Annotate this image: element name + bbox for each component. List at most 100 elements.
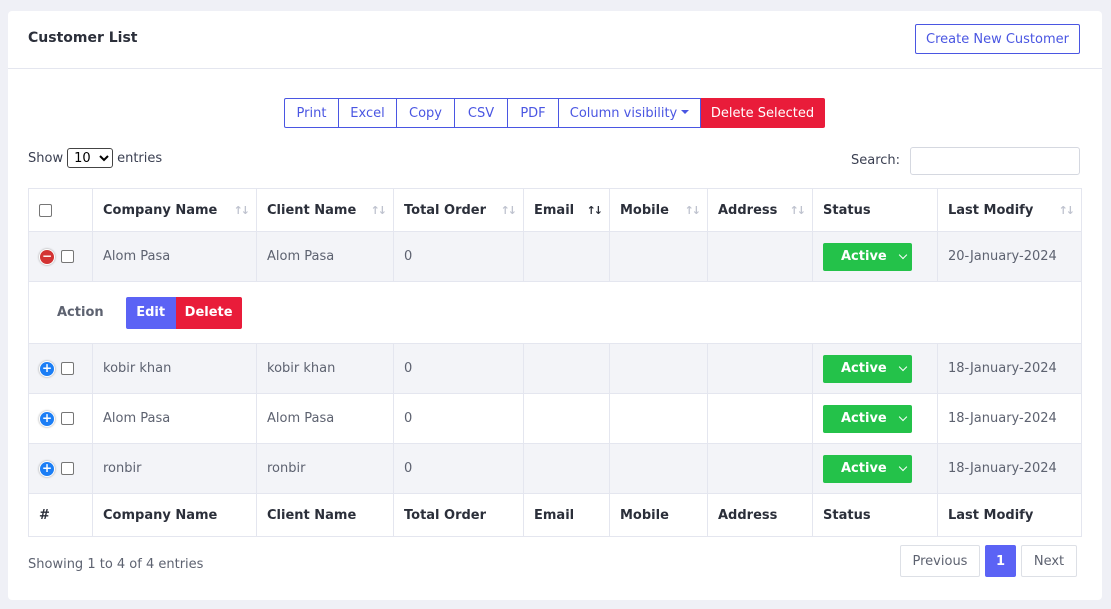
mobile-cell [609, 231, 708, 282]
select-all-checkbox[interactable] [39, 203, 52, 217]
customer-table: Company Name ↑↓ Client Name ↑↓ Total Order… [28, 188, 1082, 537]
column-header-last-modify[interactable]: Last Modify ↑↓ [937, 188, 1082, 232]
row-checkbox[interactable] [61, 462, 74, 475]
column-header-email[interactable]: Email ↑↓ [523, 188, 610, 232]
total-order-cell: 0 [393, 393, 524, 444]
total-order-cell: 0 [393, 443, 524, 494]
expand-row-icon[interactable]: + [39, 360, 55, 377]
table-row: + kobir khan kobir khan 0 Active 18-Janu… [28, 343, 1082, 394]
footer-cell: Last Modify [937, 493, 1082, 537]
row-details-cell: Action Edit Delete [28, 281, 1082, 344]
chevron-down-icon [898, 412, 908, 422]
create-new-customer-button[interactable]: Create New Customer [915, 24, 1080, 54]
status-select[interactable]: Active [823, 454, 912, 483]
delete-selected-button[interactable]: Delete Selected [701, 98, 825, 128]
caret-down-icon [681, 109, 690, 114]
customer-list-card: Customer List Create New Customer Print … [8, 11, 1102, 600]
mobile-cell [609, 343, 708, 394]
mobile-cell [609, 393, 708, 444]
footer-cell: Status [812, 493, 938, 537]
sort-desc-icon: ↑↓ [586, 204, 604, 217]
total-order-cell: 0 [393, 343, 524, 394]
print-button[interactable]: Print [284, 98, 339, 128]
address-cell [707, 393, 813, 444]
status-value: Active [841, 461, 887, 476]
column-header-label: Total Order [404, 202, 487, 218]
previous-page-button[interactable]: Previous [900, 545, 980, 577]
email-cell [523, 443, 610, 494]
sort-icon: ↑↓ [684, 204, 702, 217]
status-value: Active [841, 411, 887, 426]
column-header-status: Status [812, 188, 938, 232]
column-header-client[interactable]: Client Name ↑↓ [256, 188, 394, 232]
client-cell: Alom Pasa [256, 231, 394, 282]
table-row: − Alom Pasa Alom Pasa 0 Active 20-Januar… [28, 231, 1082, 282]
row-controls: + [28, 343, 93, 394]
expand-row-icon[interactable]: + [39, 460, 55, 477]
footer-cell: Client Name [256, 493, 394, 537]
csv-button[interactable]: CSV [455, 98, 508, 128]
company-cell: Alom Pasa [92, 231, 257, 282]
sort-icon: ↑↓ [789, 204, 807, 217]
row-controls: + [28, 393, 93, 444]
page-length-control: Show 10 entries [28, 148, 162, 168]
status-select[interactable]: Active [823, 242, 912, 271]
next-page-button[interactable]: Next [1021, 545, 1077, 577]
column-header-label: Company Name [103, 202, 218, 218]
sort-icon: ↑↓ [233, 204, 251, 217]
status-cell: Active [812, 393, 938, 444]
excel-button[interactable]: Excel [339, 98, 397, 128]
collapse-row-icon[interactable]: − [39, 248, 55, 265]
column-header-mobile[interactable]: Mobile ↑↓ [609, 188, 708, 232]
status-select[interactable]: Active [823, 404, 912, 433]
last-modify-cell: 18-January-2024 [937, 393, 1082, 444]
company-cell: kobir khan [92, 343, 257, 394]
table-info: Showing 1 to 4 of 4 entries [28, 557, 204, 572]
status-cell: Active [812, 443, 938, 494]
expand-row-icon[interactable]: + [39, 410, 55, 427]
row-controls: + [28, 443, 93, 494]
column-header-label: Email [534, 202, 575, 218]
row-controls: − [28, 231, 93, 282]
total-order-cell: 0 [393, 231, 524, 282]
address-cell [707, 231, 813, 282]
company-cell: Alom Pasa [92, 393, 257, 444]
status-cell: Active [812, 231, 938, 282]
table-row: + Alom Pasa Alom Pasa 0 Active 18-Januar… [28, 393, 1082, 444]
column-header-company[interactable]: Company Name ↑↓ [92, 188, 257, 232]
column-header-label: Last Modify [948, 202, 1034, 218]
edit-button[interactable]: Edit [125, 296, 176, 329]
client-cell: kobir khan [256, 343, 394, 394]
chevron-down-icon [898, 250, 908, 260]
column-header-total-order[interactable]: Total Order ↑↓ [393, 188, 524, 232]
footer-cell: Company Name [92, 493, 257, 537]
sort-icon: ↑↓ [500, 204, 518, 217]
row-checkbox[interactable] [61, 412, 74, 425]
row-checkbox[interactable] [61, 250, 74, 263]
chevron-down-icon [898, 362, 908, 372]
footer-cell: Mobile [609, 493, 708, 537]
client-cell: ronbir [256, 443, 394, 494]
status-value: Active [841, 361, 887, 376]
column-header-label: Status [823, 202, 871, 218]
pdf-button[interactable]: PDF [508, 98, 559, 128]
column-visibility-button[interactable]: Column visibility [559, 98, 701, 128]
delete-button[interactable]: Delete [175, 296, 242, 329]
page-title: Customer List [28, 30, 138, 46]
column-header-label: Mobile [620, 202, 669, 218]
copy-button[interactable]: Copy [397, 98, 455, 128]
pagination: Previous 1 Next [900, 545, 1077, 577]
page-1-button[interactable]: 1 [985, 545, 1016, 577]
row-checkbox[interactable] [61, 362, 74, 375]
column-header-address[interactable]: Address ↑↓ [707, 188, 813, 232]
email-cell [523, 393, 610, 444]
column-visibility-label: Column visibility [569, 105, 678, 121]
table-row: + ronbir ronbir 0 Active 18-January-2024 [28, 443, 1082, 494]
page-length-select[interactable]: 10 [67, 148, 114, 168]
status-cell: Active [812, 343, 938, 394]
status-select[interactable]: Active [823, 354, 912, 383]
email-cell [523, 343, 610, 394]
last-modify-cell: 18-January-2024 [937, 443, 1082, 494]
search-input[interactable] [910, 147, 1080, 175]
footer-cell: Address [707, 493, 813, 537]
